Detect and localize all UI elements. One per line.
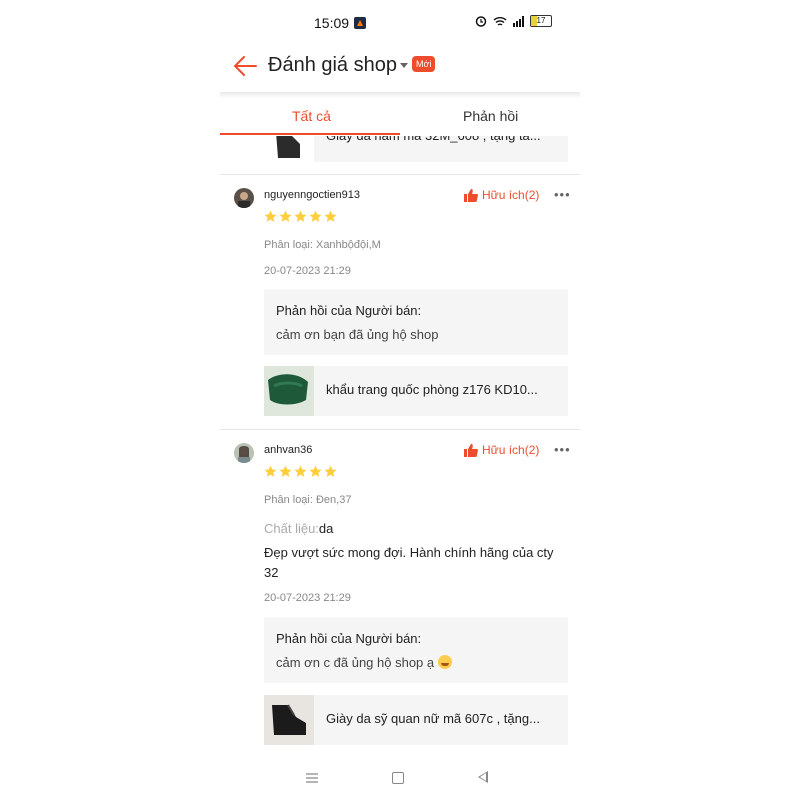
- home-icon[interactable]: [392, 772, 404, 784]
- divider: [220, 174, 580, 175]
- app-notification-icon: [354, 17, 366, 29]
- review-date: 20-07-2023 21:29: [264, 592, 351, 604]
- active-tab-indicator: [220, 133, 400, 135]
- review-username[interactable]: anhvan36: [264, 444, 312, 456]
- status-icons: 17: [475, 15, 552, 27]
- app-screen: 15:09 17 Đánh giá shop Mới Giày da nam m…: [220, 0, 580, 800]
- review-variant: Phân loại: Xanhbộđội,M: [264, 239, 381, 251]
- review-date: 20-07-2023 21:29: [264, 265, 351, 277]
- seller-reply-title: Phản hồi của Người bán:: [276, 631, 422, 646]
- tab-bar: Tất cả Phản hồi: [220, 98, 580, 136]
- product-thumbnail: [264, 366, 314, 416]
- rating-stars: [264, 210, 337, 223]
- seller-reply-line: cảm ơn c đã ủng hộ shop ạ: [276, 655, 452, 670]
- star-icon: [309, 210, 322, 222]
- alarm-icon: [475, 16, 487, 27]
- system-nav-bar: [220, 760, 580, 800]
- review-attribute: Chất liệu:da: [264, 521, 333, 536]
- product-card[interactable]: khẩu trang quốc phòng z176 KD10...: [264, 366, 568, 416]
- seller-reply: Phản hồi của Người bán: cảm ơn c đã ủng …: [264, 617, 568, 683]
- new-badge: Mới: [412, 56, 436, 72]
- product-name: khẩu trang quốc phòng z176 KD10...: [326, 382, 538, 397]
- product-name: Giày da sỹ quan nữ mã 607c , tặng...: [326, 711, 540, 726]
- seller-reply-title: Phản hồi của Người bán:: [276, 303, 422, 318]
- more-icon[interactable]: •••: [554, 442, 571, 457]
- star-icon: [294, 465, 307, 477]
- product-card[interactable]: Giày da sỹ quan nữ mã 607c , tặng...: [264, 695, 568, 745]
- arrow-left-icon[interactable]: [232, 54, 258, 78]
- rating-stars: [264, 465, 337, 478]
- divider: [220, 429, 580, 430]
- review-username[interactable]: nguyenngoctien913: [264, 189, 360, 201]
- thumbs-up-icon: [464, 443, 478, 457]
- more-icon[interactable]: •••: [554, 187, 571, 202]
- status-time: 15:09: [314, 15, 350, 31]
- helpful-count: Hữu ích(2): [482, 443, 540, 457]
- avatar: [234, 188, 254, 208]
- tab-all[interactable]: Tất cả: [292, 108, 331, 124]
- seller-reply: Phản hồi của Người bán: cảm ơn bạn đã ủn…: [264, 289, 568, 355]
- review-comment: Đẹp vượt sức mong đợi. Hành chính hãng c…: [264, 545, 554, 580]
- page-title[interactable]: Đánh giá shop: [268, 54, 397, 77]
- status-bar: 15:09 17: [220, 0, 580, 46]
- thumbs-up-icon: [464, 188, 478, 202]
- star-icon: [264, 465, 277, 477]
- chevron-down-icon[interactable]: [400, 63, 408, 68]
- star-icon: [279, 465, 292, 477]
- helpful-button[interactable]: Hữu ích(2): [464, 443, 539, 457]
- smiling-emoji-icon: [437, 655, 452, 669]
- star-icon: [279, 210, 292, 222]
- menu-icon[interactable]: [306, 772, 318, 784]
- wifi-icon: [493, 16, 507, 26]
- attribute-label: Chất liệu:: [264, 521, 319, 536]
- tab-replies[interactable]: Phản hồi: [463, 108, 518, 124]
- attribute-value: da: [318, 521, 334, 536]
- signal-icon: [513, 15, 524, 27]
- star-icon: [324, 465, 337, 477]
- review-list[interactable]: Giày da nam mã 32M_608 , tặng tấ... nguy…: [220, 100, 580, 760]
- seller-reply-text: cảm ơn c đã ủng hộ shop ạ: [276, 655, 435, 670]
- app-header: Đánh giá shop Mới: [220, 46, 580, 92]
- star-icon: [264, 210, 277, 222]
- review-variant: Phân loại: Đen,37: [264, 494, 352, 506]
- star-icon: [294, 210, 307, 222]
- helpful-count: Hữu ích(2): [482, 188, 540, 202]
- avatar: [234, 443, 254, 463]
- back-triangle-icon[interactable]: [478, 771, 488, 783]
- product-thumbnail: [264, 695, 314, 745]
- helpful-button[interactable]: Hữu ích(2): [464, 188, 539, 202]
- seller-reply-text: cảm ơn bạn đã ủng hộ shop: [276, 327, 439, 342]
- star-icon: [309, 465, 322, 477]
- battery-icon: 17: [530, 15, 552, 27]
- star-icon: [324, 210, 337, 222]
